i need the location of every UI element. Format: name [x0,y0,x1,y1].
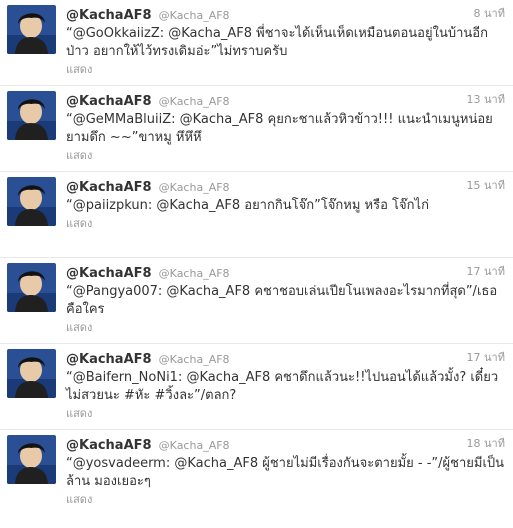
show-link[interactable]: แสดง [66,217,505,231]
tweet-item[interactable]: @KachaAF8 @Kacha_AF8 13 นาที “@GeMMaBlui… [0,86,513,172]
tweet-item[interactable]: @KachaAF8 @Kacha_AF8 15 นาที “@paiizpkun… [0,172,513,258]
tweet-timestamp[interactable]: 8 นาที [474,5,505,23]
tweet-header: @KachaAF8 @Kacha_AF8 13 นาที [66,91,505,109]
show-link[interactable]: แสดง [66,407,505,421]
avatar[interactable] [7,5,56,54]
user-screenname[interactable]: @Kacha_AF8 [159,9,230,22]
user-screenname[interactable]: @Kacha_AF8 [159,439,230,452]
tweet-text: “@paiizpkun: @Kacha_AF8 อยากกินโจ๊ก”โจ๊ก… [66,198,429,213]
tweet-item[interactable]: @KachaAF8 @Kacha_AF8 17 นาที “@Pangya007… [0,258,513,344]
show-link[interactable]: แสดง [66,321,505,335]
tweet-timestamp[interactable]: 15 นาที [467,177,505,195]
avatar[interactable] [7,177,56,226]
user-fullname[interactable]: @KachaAF8 [66,352,152,367]
user-screenname[interactable]: @Kacha_AF8 [159,353,230,366]
tweet-timestamp[interactable]: 17 นาที [467,263,505,281]
avatar[interactable] [7,263,56,312]
tweet-item[interactable]: @KachaAF8 @Kacha_AF8 18 นาที “@yosvadeer… [0,430,513,516]
show-link[interactable]: แสดง [66,63,505,77]
tweet-header: @KachaAF8 @Kacha_AF8 8 นาที [66,5,505,23]
user-screenname[interactable]: @Kacha_AF8 [159,95,230,108]
tweet-header: @KachaAF8 @Kacha_AF8 15 นาที [66,177,505,195]
user-screenname[interactable]: @Kacha_AF8 [159,267,230,280]
tweet-timestamp[interactable]: 17 นาที [467,349,505,367]
avatar[interactable] [7,349,56,398]
user-fullname[interactable]: @KachaAF8 [66,438,152,453]
tweet-text: “@GeMMaBluiiZ: @Kacha_AF8 คุยกะชาแล้วหิว… [66,112,493,145]
tweet-timeline: @KachaAF8 @Kacha_AF8 8 นาที “@GoOkkaiizZ… [0,0,513,528]
show-link[interactable]: แสดง [66,149,505,163]
tweet-item[interactable]: @KachaAF8 @Kacha_AF8 8 นาที “@GoOkkaiizZ… [0,0,513,86]
tweet-item[interactable]: @KachaAF8 @Kacha_AF8 17 นาที “@Baifern_N… [0,344,513,430]
tweet-text: “@GoOkkaiizZ: @Kacha_AF8 พี่ชาจะได้เห็นเ… [66,26,488,59]
tweet-header: @KachaAF8 @Kacha_AF8 17 นาที [66,349,505,367]
tweet-text: “@yosvadeerm: @Kacha_AF8 ผู้ชายไม่มีเรื่… [66,456,505,489]
tweet-header: @KachaAF8 @Kacha_AF8 18 นาที [66,435,505,453]
user-fullname[interactable]: @KachaAF8 [66,94,152,109]
user-fullname[interactable]: @KachaAF8 [66,266,152,281]
user-fullname[interactable]: @KachaAF8 [66,180,152,195]
tweet-timestamp[interactable]: 18 นาที [467,435,505,453]
tweet-text: “@Pangya007: @Kacha_AF8 คชาชอบเล่นเปียโน… [66,284,498,317]
tweet-header: @KachaAF8 @Kacha_AF8 17 นาที [66,263,505,281]
tweet-timestamp[interactable]: 13 นาที [467,91,505,109]
tweet-text: “@Baifern_NoNi1: @Kacha_AF8 คชาดึกแล้วนะ… [66,370,499,403]
user-fullname[interactable]: @KachaAF8 [66,8,152,23]
user-screenname[interactable]: @Kacha_AF8 [159,181,230,194]
show-link[interactable]: แสดง [66,493,505,507]
avatar[interactable] [7,435,56,484]
avatar[interactable] [7,91,56,140]
